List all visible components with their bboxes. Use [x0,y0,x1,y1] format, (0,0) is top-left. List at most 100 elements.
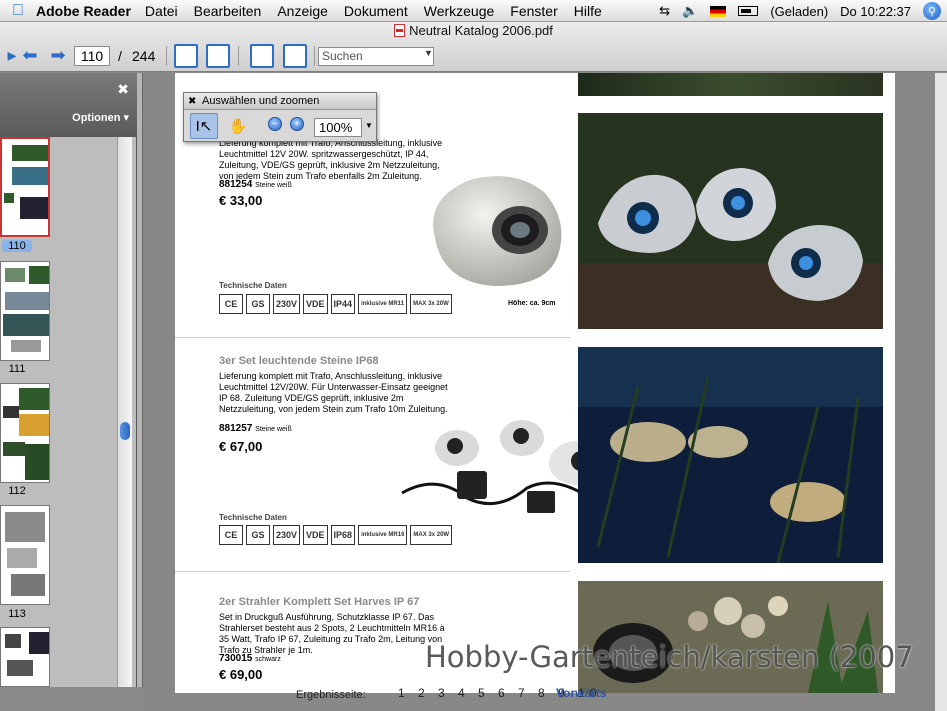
item1-sku-note: Steine weiß [255,182,292,189]
page-thumbnail[interactable] [0,261,50,361]
ip-cert-icon: IP44 [330,294,356,314]
menu-extras: ⇆ 🔈 (Geladen) Do 10:22:37 ⚲ [659,0,947,22]
rotate-left-icon[interactable] [250,44,274,68]
menu-fenster[interactable]: Fenster [510,3,557,19]
item3-sku: 730015 schwarz [219,653,281,664]
menu-datei[interactable]: Datei [145,3,178,19]
select-zoom-palette: ✖ Auswählen und zoomen I↖ ✋ − + 100% ▼ [183,92,377,142]
bulb-cert-icon: inklusive MR16 [358,525,408,545]
item1-cert-row: CE GS 230V VDE IP44 inklusive MR11 MAX 3… [219,294,452,314]
page-separator: / [118,48,122,64]
page-label-112[interactable]: 112 [2,485,32,497]
product-photo [578,73,883,96]
page-thumbnail[interactable] [0,627,50,687]
stone-lamps-garden-photo [578,113,883,329]
toolbar-divider [238,46,239,66]
menu-app-name[interactable]: Adobe Reader [36,3,131,19]
text-select-tool-icon[interactable]: I↖ [190,113,218,139]
ce-cert-icon: CE [219,525,243,545]
item3-title: 2er Strahler Komplett Set Harves IP 67 [219,596,420,608]
search-input[interactable]: Suchen [318,47,434,66]
menu-dokument[interactable]: Dokument [344,3,408,19]
ce-cert-icon: CE [219,294,243,314]
page-thumbnails[interactable]: 110 111 112 113 [0,137,116,687]
ip-cert-icon: IP68 [330,525,356,545]
item2-sku-number: 881257 [219,423,253,434]
toolbar-divider [166,46,167,66]
document-title: Neutral Katalog 2006.pdf [409,23,553,38]
german-flag-icon[interactable] [710,5,727,17]
spotlight-icon[interactable]: ⚲ [923,2,941,20]
item2-sku: 881257 Steine weiß [219,423,292,434]
item1-sku: 881254 Steine weiß [219,179,292,190]
page-label-113[interactable]: 113 [2,608,32,620]
search-dropdown-icon[interactable]: ▼ [424,48,433,58]
fit-width-icon[interactable] [206,44,230,68]
zoom-in-icon[interactable]: + [290,117,304,131]
window-title: Neutral Katalog 2006.pdf [0,22,947,40]
bulb-cert-icon: inklusive MR11 [358,294,408,314]
zoom-level-input[interactable]: 100% [314,118,362,137]
gs-cert-icon: GS [246,294,270,314]
palette-title-bar[interactable]: ✖ Auswählen und zoomen [184,93,376,110]
item2-title: 3er Set leuchtende Steine IP68 [219,355,379,367]
page-number-input[interactable]: 110 [74,46,110,66]
sidebar-options-label: Optionen [72,112,121,124]
total-pages: 244 [132,48,156,64]
close-icon[interactable]: ✖ [117,81,129,98]
sync-icon[interactable]: ⇆ [659,3,670,19]
menu-bearbeiten[interactable]: Bearbeiten [194,3,262,19]
item1-description: Lieferung komplett mit Trafo, Anschlussl… [219,138,443,181]
sidebar-scrollbar[interactable] [117,137,132,687]
fit-page-icon[interactable] [174,44,198,68]
hand-tool-icon[interactable]: ✋ [224,113,252,139]
spotlight-set-photo [578,581,883,693]
battery-status: (Geladen) [770,3,829,19]
item1-sku-number: 881254 [219,179,253,190]
zoom-dropdown-icon[interactable]: ▼ [365,121,373,130]
menu-bar:  Adobe Reader Datei Bearbeiten Anzeige … [0,0,947,22]
stone-lamp-photo [425,168,570,293]
vde-cert-icon: VDE [303,294,328,314]
item2-price: € 67,00 [219,439,263,454]
zoom-out-icon[interactable]: − [268,117,282,131]
battery-icon[interactable] [738,6,759,16]
page-label-111[interactable]: 111 [2,363,32,375]
toolbar-divider [314,46,315,66]
palette-title: Auswählen und zoomen [202,95,320,107]
document-scrollbar[interactable] [935,73,947,711]
results-page-label: Ergebnisseite: [296,689,366,701]
apple-icon[interactable]:  [0,2,36,20]
sidebar-options-menu[interactable]: Optionen ▾ [72,111,129,124]
item2-cert-row: CE GS 230V VDE IP68 inklusive MR16 MAX 3… [219,525,453,545]
page-thumbnail[interactable] [0,505,50,605]
voltage-cert-icon: 230V [273,294,301,314]
menu-anzeige[interactable]: Anzeige [277,3,328,19]
sidebar-header: ✖ Optionen ▾ [0,73,137,137]
page-label-110[interactable]: 110 [2,240,32,252]
item1-tech-label: Technische Daten [219,281,287,290]
sidebar-scroll-thumb[interactable] [120,422,130,440]
page-thumbnail[interactable] [0,383,50,483]
pdf-file-icon [394,24,406,37]
vde-cert-icon: VDE [303,525,328,545]
menu-hilfe[interactable]: Hilfe [574,3,602,19]
page-thumbnail[interactable] [0,137,50,237]
item2-sku-note: Steine weiß [255,426,292,433]
previous-page-button[interactable]: ⬅ [18,44,42,66]
close-icon[interactable]: ✖ [188,93,196,110]
max-watt-cert-icon: MAX 3x 20W [410,525,453,545]
menu-werkzeuge[interactable]: Werkzeuge [424,3,495,19]
toolbar: Neutral Katalog 2006.pdf ▸ ⬅ ➡ 110 / 244… [0,22,947,72]
item3-sku-note: schwarz [255,656,281,663]
next-page-button[interactable]: ➡ [46,44,70,66]
section-divider [175,571,570,572]
pdf-page[interactable]: Lieferung komplett mit Trafo, Anschlussl… [175,73,895,693]
results-next-link[interactable]: Vorwärts [556,686,606,700]
clock[interactable]: Do 10:22:37 [840,4,911,19]
item3-sku-number: 730015 [219,653,253,664]
item1-price: € 33,00 [219,193,263,208]
gs-cert-icon: GS [246,525,270,545]
volume-icon[interactable]: 🔈 [682,3,698,19]
rotate-right-icon[interactable] [283,44,307,68]
